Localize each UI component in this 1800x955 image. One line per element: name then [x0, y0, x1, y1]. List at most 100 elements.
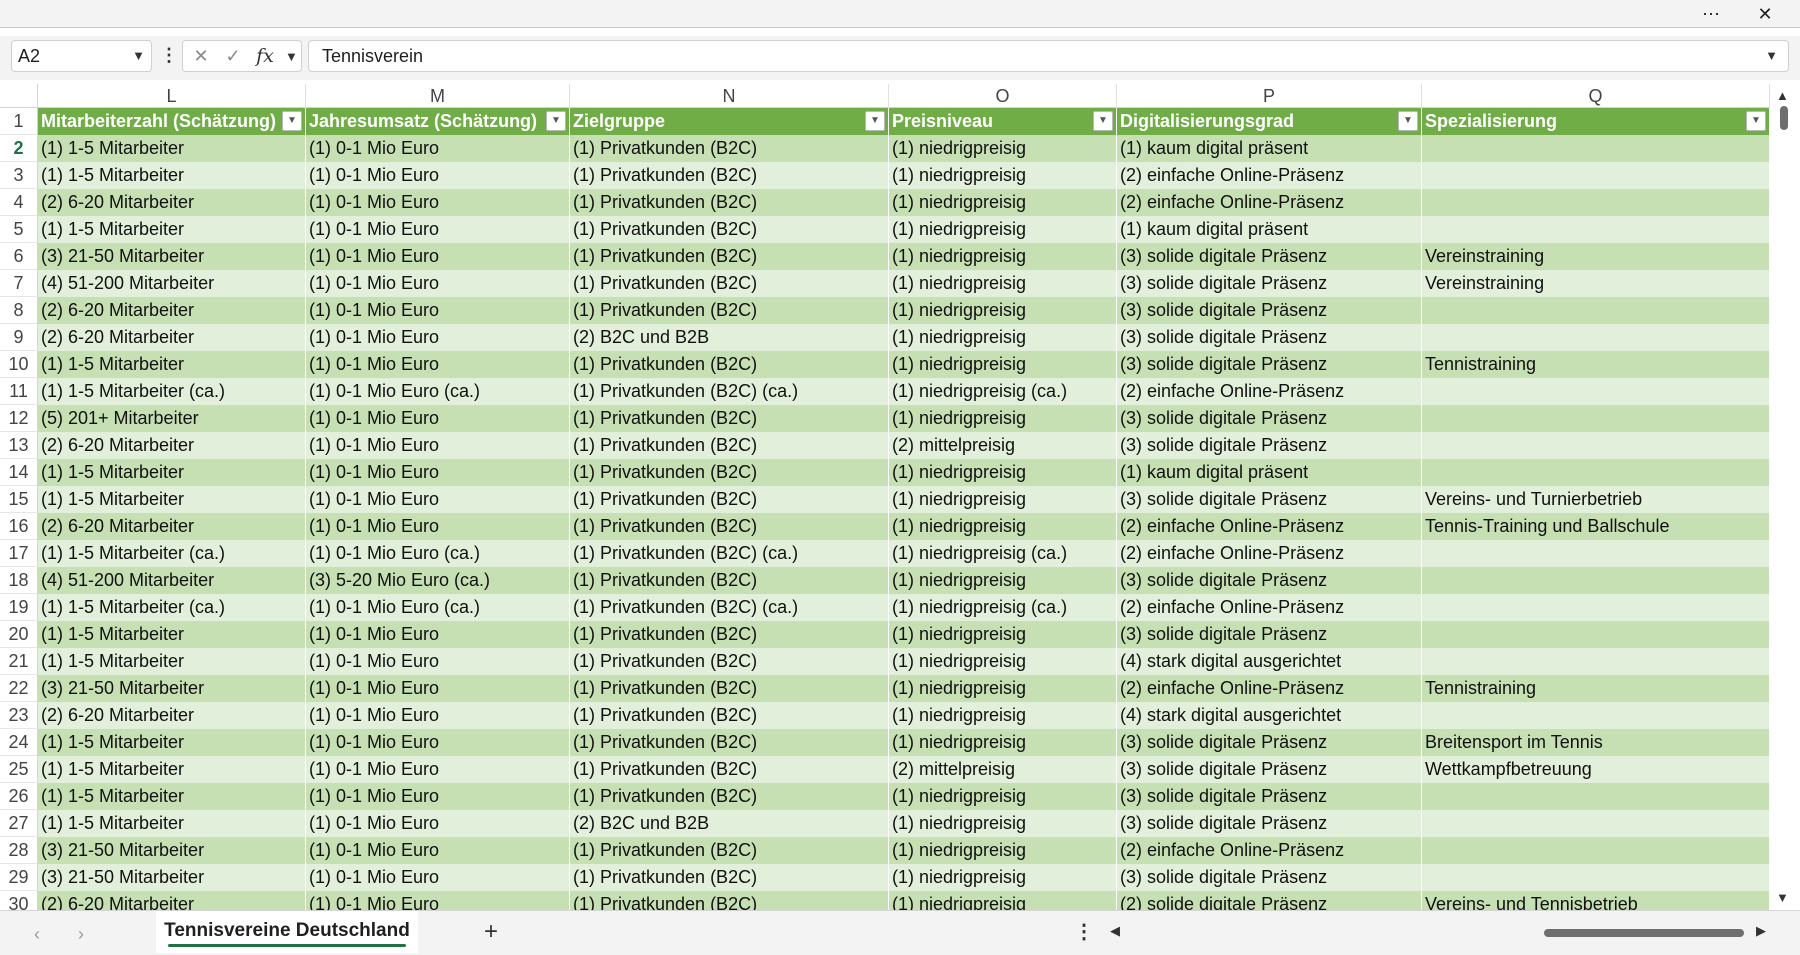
table-cell[interactable]: (1) 0-1 Mio Euro: [306, 783, 570, 810]
row-header[interactable]: 20: [0, 621, 38, 648]
formula-input[interactable]: Tennisverein ▼: [308, 40, 1789, 72]
row-header[interactable]: 19: [0, 594, 38, 621]
table-cell[interactable]: (1) niedrigpreisig: [889, 702, 1117, 729]
table-cell[interactable]: [1422, 648, 1770, 675]
table-cell[interactable]: (1) 1-5 Mitarbeiter: [38, 756, 306, 783]
table-cell[interactable]: (1) Privatkunden (B2C): [570, 513, 889, 540]
row-header[interactable]: 13: [0, 432, 38, 459]
row-header[interactable]: 23: [0, 702, 38, 729]
table-cell[interactable]: (1) Privatkunden (B2C): [570, 621, 889, 648]
row-header[interactable]: 24: [0, 729, 38, 756]
table-cell[interactable]: (1) niedrigpreisig: [889, 675, 1117, 702]
table-header-cell[interactable]: Mitarbeiterzahl (Schätzung) ▼: [38, 108, 306, 135]
table-cell[interactable]: (1) 0-1 Mio Euro: [306, 702, 570, 729]
table-cell[interactable]: (1) 0-1 Mio Euro: [306, 351, 570, 378]
more-options-icon[interactable]: ⋯: [1691, 0, 1731, 28]
table-cell[interactable]: Breitensport im Tennis: [1422, 729, 1770, 756]
table-cell[interactable]: [1422, 324, 1770, 351]
table-cell[interactable]: [1422, 378, 1770, 405]
table-cell[interactable]: (2) 6-20 Mitarbeiter: [38, 702, 306, 729]
table-cell[interactable]: (1) kaum digital präsent: [1117, 135, 1422, 162]
table-cell[interactable]: (1) Privatkunden (B2C): [570, 405, 889, 432]
table-cell[interactable]: (2) einfache Online-Präsenz: [1117, 378, 1422, 405]
table-header-cell[interactable]: Jahresumsatz (Schätzung) ▼: [306, 108, 570, 135]
table-cell[interactable]: (1) niedrigpreisig: [889, 837, 1117, 864]
table-cell[interactable]: [1422, 432, 1770, 459]
table-cell[interactable]: (2) 6-20 Mitarbeiter: [38, 432, 306, 459]
row-header[interactable]: 7: [0, 270, 38, 297]
table-cell[interactable]: (1) 0-1 Mio Euro: [306, 405, 570, 432]
table-cell[interactable]: (1) 0-1 Mio Euro: [306, 243, 570, 270]
table-cell[interactable]: (1) niedrigpreisig: [889, 270, 1117, 297]
table-cell[interactable]: (2) 6-20 Mitarbeiter: [38, 324, 306, 351]
table-cell[interactable]: (1) 0-1 Mio Euro: [306, 756, 570, 783]
table-cell[interactable]: Vereins- und Turnierbetrieb: [1422, 486, 1770, 513]
table-cell[interactable]: (1) niedrigpreisig: [889, 621, 1117, 648]
filter-dropdown-icon[interactable]: ▼: [1093, 111, 1113, 131]
table-cell[interactable]: (1) 1-5 Mitarbeiter: [38, 135, 306, 162]
table-cell[interactable]: (4) stark digital ausgerichtet: [1117, 702, 1422, 729]
table-cell[interactable]: (1) 0-1 Mio Euro: [306, 162, 570, 189]
previous-sheet-icon[interactable]: ‹: [22, 919, 52, 949]
table-cell[interactable]: Tennis-Training und Ballschule: [1422, 513, 1770, 540]
table-header-cell[interactable]: Preisniveau ▼: [889, 108, 1117, 135]
table-cell[interactable]: (2) einfache Online-Präsenz: [1117, 594, 1422, 621]
table-cell[interactable]: (1) 0-1 Mio Euro: [306, 729, 570, 756]
table-cell[interactable]: (1) niedrigpreisig: [889, 891, 1117, 910]
table-cell[interactable]: (1) Privatkunden (B2C): [570, 270, 889, 297]
table-cell[interactable]: (1) niedrigpreisig: [889, 729, 1117, 756]
table-cell[interactable]: (2) B2C und B2B: [570, 810, 889, 837]
table-cell[interactable]: (1) niedrigpreisig: [889, 513, 1117, 540]
expand-formula-bar-icon[interactable]: ▼: [1765, 41, 1778, 71]
table-cell[interactable]: (2) B2C und B2B: [570, 324, 889, 351]
column-header-o[interactable]: O: [889, 84, 1117, 108]
table-cell[interactable]: (1) Privatkunden (B2C): [570, 243, 889, 270]
row-header[interactable]: 22: [0, 675, 38, 702]
column-header-l[interactable]: L: [38, 84, 306, 108]
table-cell[interactable]: [1422, 594, 1770, 621]
table-cell[interactable]: (3) 21-50 Mitarbeiter: [38, 864, 306, 891]
table-cell[interactable]: [1422, 810, 1770, 837]
table-cell[interactable]: [1422, 135, 1770, 162]
table-cell[interactable]: (1) kaum digital präsent: [1117, 459, 1422, 486]
table-cell[interactable]: (1) Privatkunden (B2C) (ca.): [570, 378, 889, 405]
table-cell[interactable]: (1) 0-1 Mio Euro (ca.): [306, 540, 570, 567]
table-cell[interactable]: (3) solide digitale Präsenz: [1117, 567, 1422, 594]
table-cell[interactable]: (1) niedrigpreisig: [889, 459, 1117, 486]
table-cell[interactable]: (3) 21-50 Mitarbeiter: [38, 837, 306, 864]
table-cell[interactable]: (3) solide digitale Präsenz: [1117, 297, 1422, 324]
table-cell[interactable]: (1) niedrigpreisig: [889, 189, 1117, 216]
table-cell[interactable]: (1) 0-1 Mio Euro: [306, 837, 570, 864]
chevron-down-icon[interactable]: ▼: [285, 49, 298, 64]
table-cell[interactable]: [1422, 540, 1770, 567]
table-cell[interactable]: (1) 0-1 Mio Euro: [306, 648, 570, 675]
table-cell[interactable]: (1) 0-1 Mio Euro: [306, 459, 570, 486]
table-cell[interactable]: (1) Privatkunden (B2C) (ca.): [570, 540, 889, 567]
name-box[interactable]: A2 ▼: [11, 40, 152, 72]
table-cell[interactable]: (1) 1-5 Mitarbeiter: [38, 486, 306, 513]
table-cell[interactable]: (1) Privatkunden (B2C): [570, 459, 889, 486]
horizontal-scrollbar[interactable]: ◀ ▶: [1108, 921, 1770, 945]
column-header-m[interactable]: M: [306, 84, 570, 108]
table-cell[interactable]: (1) 0-1 Mio Euro: [306, 324, 570, 351]
table-cell[interactable]: [1422, 189, 1770, 216]
table-cell[interactable]: (1) 1-5 Mitarbeiter: [38, 810, 306, 837]
table-cell[interactable]: (3) solide digitale Präsenz: [1117, 432, 1422, 459]
row-header[interactable]: 28: [0, 837, 38, 864]
table-cell[interactable]: (3) 21-50 Mitarbeiter: [38, 675, 306, 702]
row-header[interactable]: 11: [0, 378, 38, 405]
table-cell[interactable]: (1) niedrigpreisig: [889, 486, 1117, 513]
table-cell[interactable]: (1) Privatkunden (B2C): [570, 432, 889, 459]
row-header[interactable]: 6: [0, 243, 38, 270]
close-icon[interactable]: ✕: [1745, 0, 1785, 28]
add-sheet-button[interactable]: +: [476, 918, 506, 948]
table-cell[interactable]: [1422, 459, 1770, 486]
chevron-down-icon[interactable]: ▼: [132, 41, 145, 71]
table-cell[interactable]: (1) 0-1 Mio Euro (ca.): [306, 594, 570, 621]
table-cell[interactable]: Wettkampfbetreuung: [1422, 756, 1770, 783]
table-cell[interactable]: [1422, 783, 1770, 810]
column-header-n[interactable]: N: [570, 84, 889, 108]
table-cell[interactable]: (1) 0-1 Mio Euro: [306, 621, 570, 648]
table-cell[interactable]: (1) 1-5 Mitarbeiter: [38, 459, 306, 486]
table-cell[interactable]: (2) einfache Online-Präsenz: [1117, 837, 1422, 864]
